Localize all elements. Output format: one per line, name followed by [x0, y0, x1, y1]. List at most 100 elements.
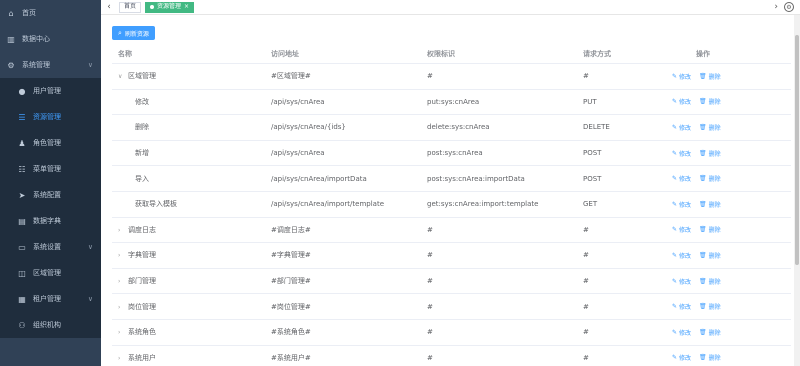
edit-button[interactable]: ✎ 修改	[672, 353, 691, 362]
edit-button[interactable]: ✎ 修改	[672, 302, 691, 311]
table-row[interactable]: 删除/api/sys/cnArea/{ids} delete:sys:cnArea…	[112, 115, 791, 141]
edit-icon: ✎	[672, 200, 678, 208]
close-icon[interactable]: ×	[184, 2, 189, 12]
cell-name: › 岗位管理	[112, 302, 271, 312]
edit-label: 修改	[679, 329, 692, 337]
edit-button[interactable]: ✎ 修改	[672, 72, 691, 81]
sidebar-item-label: 组织机构	[33, 321, 61, 329]
edit-button[interactable]: ✎ 修改	[672, 174, 691, 183]
sidebar-item[interactable]: ● 用户管理	[0, 78, 101, 104]
row-name: 导入	[135, 174, 149, 183]
cell-method: #	[583, 251, 589, 260]
cell-permission: post:sys:cnArea:importData	[427, 174, 525, 183]
table-row[interactable]: › 部门管理 #部门管理# # # ✎ 修改 🗑 删除	[112, 269, 791, 295]
scrollbar[interactable]	[794, 15, 800, 366]
cell-permission: #	[427, 251, 433, 260]
cell-actions: ✎ 修改 🗑 删除	[672, 328, 791, 337]
edit-button[interactable]: ✎ 修改	[672, 149, 691, 158]
sidebar-item[interactable]: ◫ 区域管理	[0, 260, 101, 286]
delete-button[interactable]: 🗑 删除	[699, 302, 721, 311]
cell-method: POST	[583, 149, 602, 158]
row-name: 获取导入模板	[135, 200, 177, 209]
delete-label: 删除	[708, 355, 721, 363]
table-row[interactable]: ∨ 区域管理 #区域管理# # # ✎ 修改 🗑 删除	[112, 64, 791, 90]
edit-button[interactable]: ✎ 修改	[672, 225, 691, 234]
cell-actions: ✎ 修改 🗑 删除	[672, 251, 791, 260]
cell-url: #部门管理#	[271, 277, 311, 286]
delete-label: 删除	[708, 201, 721, 209]
table-row[interactable]: › 岗位管理 #岗位管理# # # ✎ 修改 🗑 删除	[112, 294, 791, 320]
sidebar-item[interactable]: ▥ 数据中心	[0, 26, 101, 52]
edit-icon: ✎	[672, 123, 678, 131]
cell-name: › 部门管理	[112, 276, 271, 286]
table-row[interactable]: 导入/api/sys/cnArea/importData post:sys:cnA…	[112, 166, 791, 192]
settings-icon[interactable]: ⚙	[784, 2, 794, 12]
chevron-right-icon[interactable]: ›	[118, 355, 126, 362]
sidebar-item-label: 系统设置	[33, 243, 61, 251]
chevron-down-icon[interactable]: ∨	[118, 73, 126, 80]
edit-button[interactable]: ✎ 修改	[672, 277, 691, 286]
edit-button[interactable]: ✎ 修改	[672, 251, 691, 260]
header-method: 请求方式	[583, 49, 611, 58]
refresh-resources-button[interactable]: ⌕ 刷新资源	[112, 26, 155, 40]
sidebar-item[interactable]: ⌂ 首页	[0, 0, 101, 26]
tag-home[interactable]: 首页	[119, 1, 142, 13]
chevron-right-icon[interactable]: ›	[118, 252, 126, 259]
cell-url: #系统用户#	[271, 353, 311, 362]
delete-button[interactable]: 🗑 删除	[699, 174, 721, 183]
tag-resource-management[interactable]: 资源管理 ×	[145, 1, 195, 13]
chevron-right-icon[interactable]: ›	[118, 329, 126, 336]
cell-actions: ✎ 修改 🗑 删除	[672, 72, 791, 81]
menu-icon: ☷	[18, 164, 26, 174]
edit-button[interactable]: ✎ 修改	[672, 200, 691, 209]
tenant-icon: ▦	[18, 294, 26, 304]
row-name: 修改	[135, 97, 149, 106]
chevron-down-icon: ∨	[87, 295, 93, 303]
cell-name: 获取导入模板	[112, 199, 271, 209]
chevron-down-icon: ∨	[87, 243, 93, 251]
delete-button[interactable]: 🗑 删除	[699, 225, 721, 234]
sidebar-item[interactable]: ▦ 租户管理 ∨	[0, 286, 101, 312]
sidebar-item[interactable]: ⚇ 组织机构	[0, 312, 101, 338]
sidebar-item[interactable]: ♟ 角色管理	[0, 130, 101, 156]
edit-icon: ✎	[672, 175, 678, 183]
table-row[interactable]: 修改/api/sys/cnArea put:sys:cnArea PUT ✎ 修改 🗑 删除	[112, 90, 791, 116]
tags-scroll-right-button[interactable]: ›	[774, 0, 778, 14]
delete-button[interactable]: 🗑 删除	[699, 149, 721, 158]
cell-method: #	[583, 353, 589, 362]
sidebar-item[interactable]: ☰ 资源管理	[0, 104, 101, 130]
row-name: 岗位管理	[128, 302, 156, 311]
trash-icon: 🗑	[699, 251, 707, 259]
delete-button[interactable]: 🗑 删除	[699, 353, 721, 362]
delete-button[interactable]: 🗑 删除	[699, 328, 721, 337]
sidebar-item[interactable]: ▤ 数据字典	[0, 208, 101, 234]
sidebar-item[interactable]: ⚙ 系统管理 ∨	[0, 52, 101, 78]
edit-button[interactable]: ✎ 修改	[672, 97, 691, 106]
delete-button[interactable]: 🗑 删除	[699, 97, 721, 106]
sidebar-item[interactable]: ➤ 系统配置	[0, 182, 101, 208]
scrollbar-thumb[interactable]	[795, 35, 799, 265]
delete-button[interactable]: 🗑 删除	[699, 72, 721, 81]
cell-permission: #	[427, 72, 433, 81]
delete-button[interactable]: 🗑 删除	[699, 123, 721, 132]
table-row[interactable]: › 字典管理 #字典管理# # # ✎ 修改 🗑 删除	[112, 243, 791, 269]
tags-scroll-left-button[interactable]: ‹	[103, 2, 115, 12]
sidebar-item[interactable]: ▭ 系统设置 ∨	[0, 234, 101, 260]
table-row[interactable]: › 系统角色 #系统角色# # # ✎ 修改 🗑 删除	[112, 320, 791, 346]
chevron-right-icon[interactable]: ›	[118, 278, 126, 285]
sidebar-item[interactable]: ☷ 菜单管理	[0, 156, 101, 182]
table-row[interactable]: 新增/api/sys/cnArea post:sys:cnArea POST ✎ 修改 🗑…	[112, 141, 791, 167]
chevron-right-icon[interactable]: ›	[118, 227, 126, 234]
table-row[interactable]: › 系统用户 #系统用户# # # ✎ 修改 🗑 删除	[112, 346, 791, 366]
cell-method: #	[583, 277, 589, 286]
table-row[interactable]: › 调度日志 #调度日志# # # ✎ 修改 🗑 删除	[112, 218, 791, 244]
delete-button[interactable]: 🗑 删除	[699, 251, 721, 260]
delete-button[interactable]: 🗑 删除	[699, 200, 721, 209]
delete-button[interactable]: 🗑 删除	[699, 277, 721, 286]
cell-permission: get:sys:cnArea:import:template	[427, 200, 539, 209]
sidebar-item-label: 数据中心	[22, 35, 50, 43]
table-row[interactable]: 获取导入模板/api/sys/cnArea/import/template get…	[112, 192, 791, 218]
chevron-right-icon[interactable]: ›	[118, 304, 126, 311]
edit-button[interactable]: ✎ 修改	[672, 123, 691, 132]
edit-button[interactable]: ✎ 修改	[672, 328, 691, 337]
